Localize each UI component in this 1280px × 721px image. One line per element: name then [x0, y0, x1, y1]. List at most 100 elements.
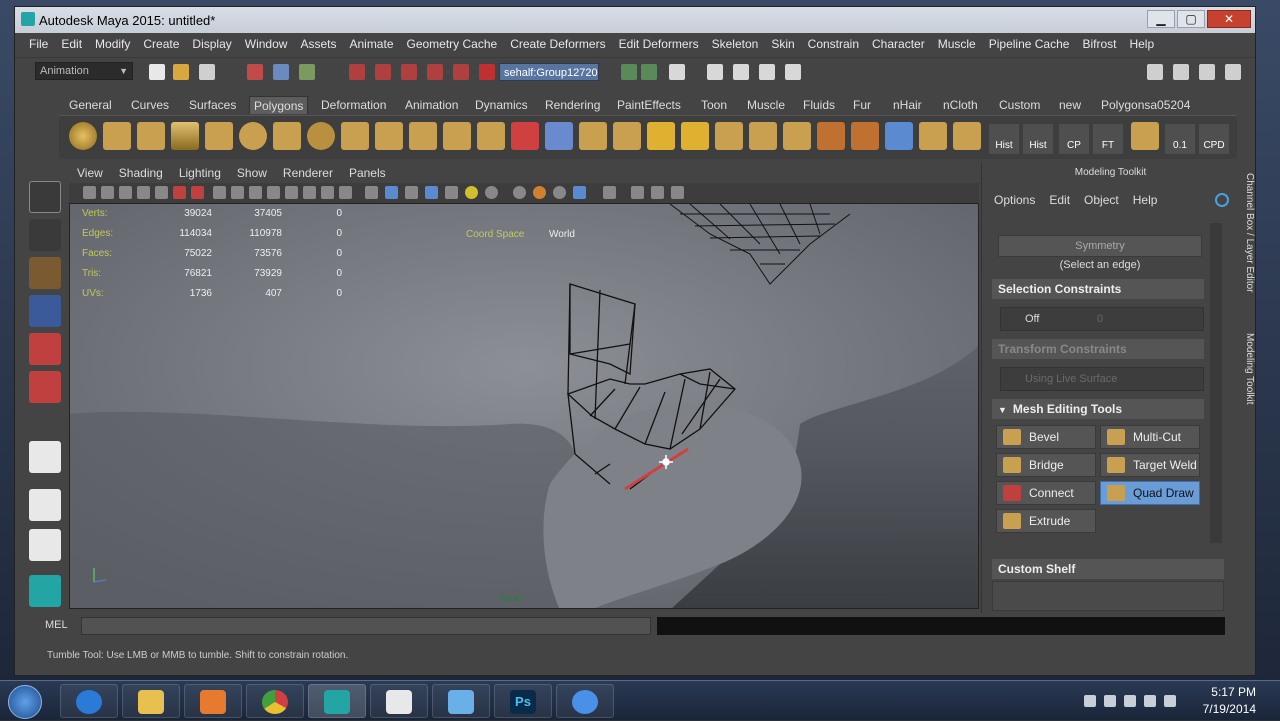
clock-time[interactable]: 5:17 PM — [1211, 685, 1256, 699]
tray-up-arrow-icon[interactable] — [1084, 695, 1096, 707]
append-icon[interactable] — [647, 122, 675, 150]
menu-constrain[interactable]: Constrain — [808, 37, 859, 51]
outliner-layout-icon[interactable] — [29, 529, 61, 561]
text-icon[interactable] — [339, 186, 352, 199]
custom-shelf-area[interactable] — [992, 581, 1224, 611]
menu-set-dropdown[interactable]: Animation ▼ — [35, 62, 133, 80]
taskbar-maya[interactable] — [308, 684, 366, 718]
power-icon[interactable] — [1215, 193, 1229, 207]
poly-helix-icon[interactable] — [341, 122, 369, 150]
toolkit-scroll-area[interactable]: Symmetry (Select an edge) Selection Cons… — [992, 223, 1224, 543]
menu-help[interactable]: Help — [1129, 37, 1154, 51]
transform-constraints-field[interactable]: Using Live Surface — [1000, 367, 1204, 391]
xray-active-icon[interactable] — [405, 186, 418, 199]
smooth-shade-icon[interactable] — [231, 186, 244, 199]
poly-sphere-icon[interactable] — [69, 122, 97, 150]
shelf-tab-toon[interactable]: Toon — [697, 96, 731, 114]
toolkit-scrollbar[interactable] — [1210, 223, 1222, 543]
shelf-tab-dynamics[interactable]: Dynamics — [471, 96, 532, 114]
selection-field[interactable]: sehalf:Group12720 — [499, 63, 599, 81]
bridge-button[interactable]: Bridge — [996, 453, 1096, 477]
input-ops-icon[interactable] — [621, 64, 637, 80]
xray-icon[interactable] — [385, 186, 398, 199]
shelf-tab-general[interactable]: General — [65, 96, 116, 114]
select-hierarchy-icon[interactable] — [247, 64, 263, 80]
selection-constraints-field[interactable]: Off 0 — [1000, 307, 1204, 331]
shelf-tab-fur[interactable]: Fur — [849, 96, 875, 114]
connect-button[interactable]: Connect — [996, 481, 1096, 505]
channel-box-icon[interactable] — [1225, 64, 1241, 80]
mirror-icon[interactable] — [545, 122, 573, 150]
motion-blur-icon[interactable] — [553, 186, 566, 199]
offset-edge-loop-icon[interactable] — [749, 122, 777, 150]
panel-menu-lighting[interactable]: Lighting — [179, 166, 221, 180]
menu-window[interactable]: Window — [245, 37, 288, 51]
tray-volume-icon[interactable] — [1164, 695, 1176, 707]
target-weld-button[interactable]: Target Weld — [1100, 453, 1200, 477]
output-ops-icon[interactable] — [641, 64, 657, 80]
taskbar-chrome[interactable] — [246, 684, 304, 718]
taskbar-explorer[interactable] — [122, 684, 180, 718]
tool-settings-icon[interactable] — [1199, 64, 1215, 80]
menu-display[interactable]: Display — [192, 37, 231, 51]
extrude-icon[interactable] — [579, 122, 607, 150]
tray-network-icon[interactable] — [1144, 695, 1156, 707]
ipr-render-icon[interactable] — [759, 64, 775, 80]
snap-point-icon[interactable] — [401, 64, 417, 80]
toolkit-menu-object[interactable]: Object — [1084, 193, 1119, 207]
poly-cube-icon[interactable] — [103, 122, 131, 150]
panel-menu-renderer[interactable]: Renderer — [283, 166, 333, 180]
panel-menu-shading[interactable]: Shading — [119, 166, 163, 180]
taskbar-photos[interactable] — [432, 684, 490, 718]
smooth-icon[interactable] — [477, 122, 505, 150]
title-bar[interactable]: Autodesk Maya 2015: untitled* ▁ ▢ ✕ — [15, 7, 1255, 33]
resolution-gate-icon[interactable] — [173, 186, 186, 199]
render-frame-icon[interactable] — [733, 64, 749, 80]
save-scene-icon[interactable] — [199, 64, 215, 80]
shelf-cp-button[interactable]: CP — [1059, 124, 1089, 154]
render-settings-icon[interactable] — [785, 64, 801, 80]
close-button[interactable]: ✕ — [1207, 10, 1251, 28]
shelf-cpd-button[interactable]: CPD — [1199, 124, 1229, 154]
bookmarks-icon[interactable] — [101, 186, 114, 199]
gate-mask-icon[interactable] — [191, 186, 204, 199]
share-icon[interactable] — [671, 186, 684, 199]
multi-cut-button[interactable]: Multi-Cut — [1100, 425, 1200, 449]
shelf-tab-deformation[interactable]: Deformation — [317, 96, 390, 114]
anti-aliasing-icon[interactable] — [573, 186, 586, 199]
menu-animate[interactable]: Animate — [349, 37, 393, 51]
open-scene-icon[interactable] — [173, 64, 189, 80]
menu-geometry-cache[interactable]: Geometry Cache — [407, 37, 498, 51]
automatic-mapping-icon[interactable] — [953, 122, 981, 150]
shelf-tab-nhair[interactable]: nHair — [889, 96, 926, 114]
single-pane-layout-icon[interactable] — [29, 441, 61, 473]
magnet-icon[interactable] — [479, 64, 495, 80]
menu-pipeline-cache[interactable]: Pipeline Cache — [989, 37, 1070, 51]
toolkit-menu-options[interactable]: Options — [994, 193, 1035, 207]
tray-power-icon[interactable] — [1124, 695, 1136, 707]
attribute-editor-icon[interactable] — [1173, 64, 1189, 80]
clock-date[interactable]: 7/19/2014 — [1203, 702, 1256, 716]
textured-icon[interactable] — [267, 186, 280, 199]
extract-icon[interactable] — [443, 122, 471, 150]
grid-toggle-icon[interactable] — [137, 186, 150, 199]
menu-skin[interactable]: Skin — [771, 37, 794, 51]
snap-grid-icon[interactable] — [349, 64, 365, 80]
rotate-tool-icon[interactable] — [29, 333, 61, 365]
start-button[interactable] — [8, 685, 42, 719]
panel-menu-show[interactable]: Show — [237, 166, 267, 180]
select-object-icon[interactable] — [273, 64, 289, 80]
shelf-hist-button-1[interactable]: Hist — [989, 124, 1019, 154]
shelf-0-1-button[interactable]: 0.1 — [1165, 124, 1195, 154]
menu-bifrost[interactable]: Bifrost — [1082, 37, 1116, 51]
poly-pipe-icon[interactable] — [307, 122, 335, 150]
camera-icon[interactable] — [631, 186, 644, 199]
menu-create[interactable]: Create — [143, 37, 179, 51]
merge-icon[interactable] — [817, 122, 845, 150]
scale-tool-icon[interactable] — [29, 371, 61, 403]
menu-create-deformers[interactable]: Create Deformers — [510, 37, 605, 51]
move-tool-icon[interactable] — [29, 295, 61, 327]
shelf-tab-fluids[interactable]: Fluids — [799, 96, 839, 114]
uv-editor-icon[interactable] — [885, 122, 913, 150]
mesh-editing-tools-header[interactable]: ▼ Mesh Editing Tools — [992, 399, 1204, 419]
